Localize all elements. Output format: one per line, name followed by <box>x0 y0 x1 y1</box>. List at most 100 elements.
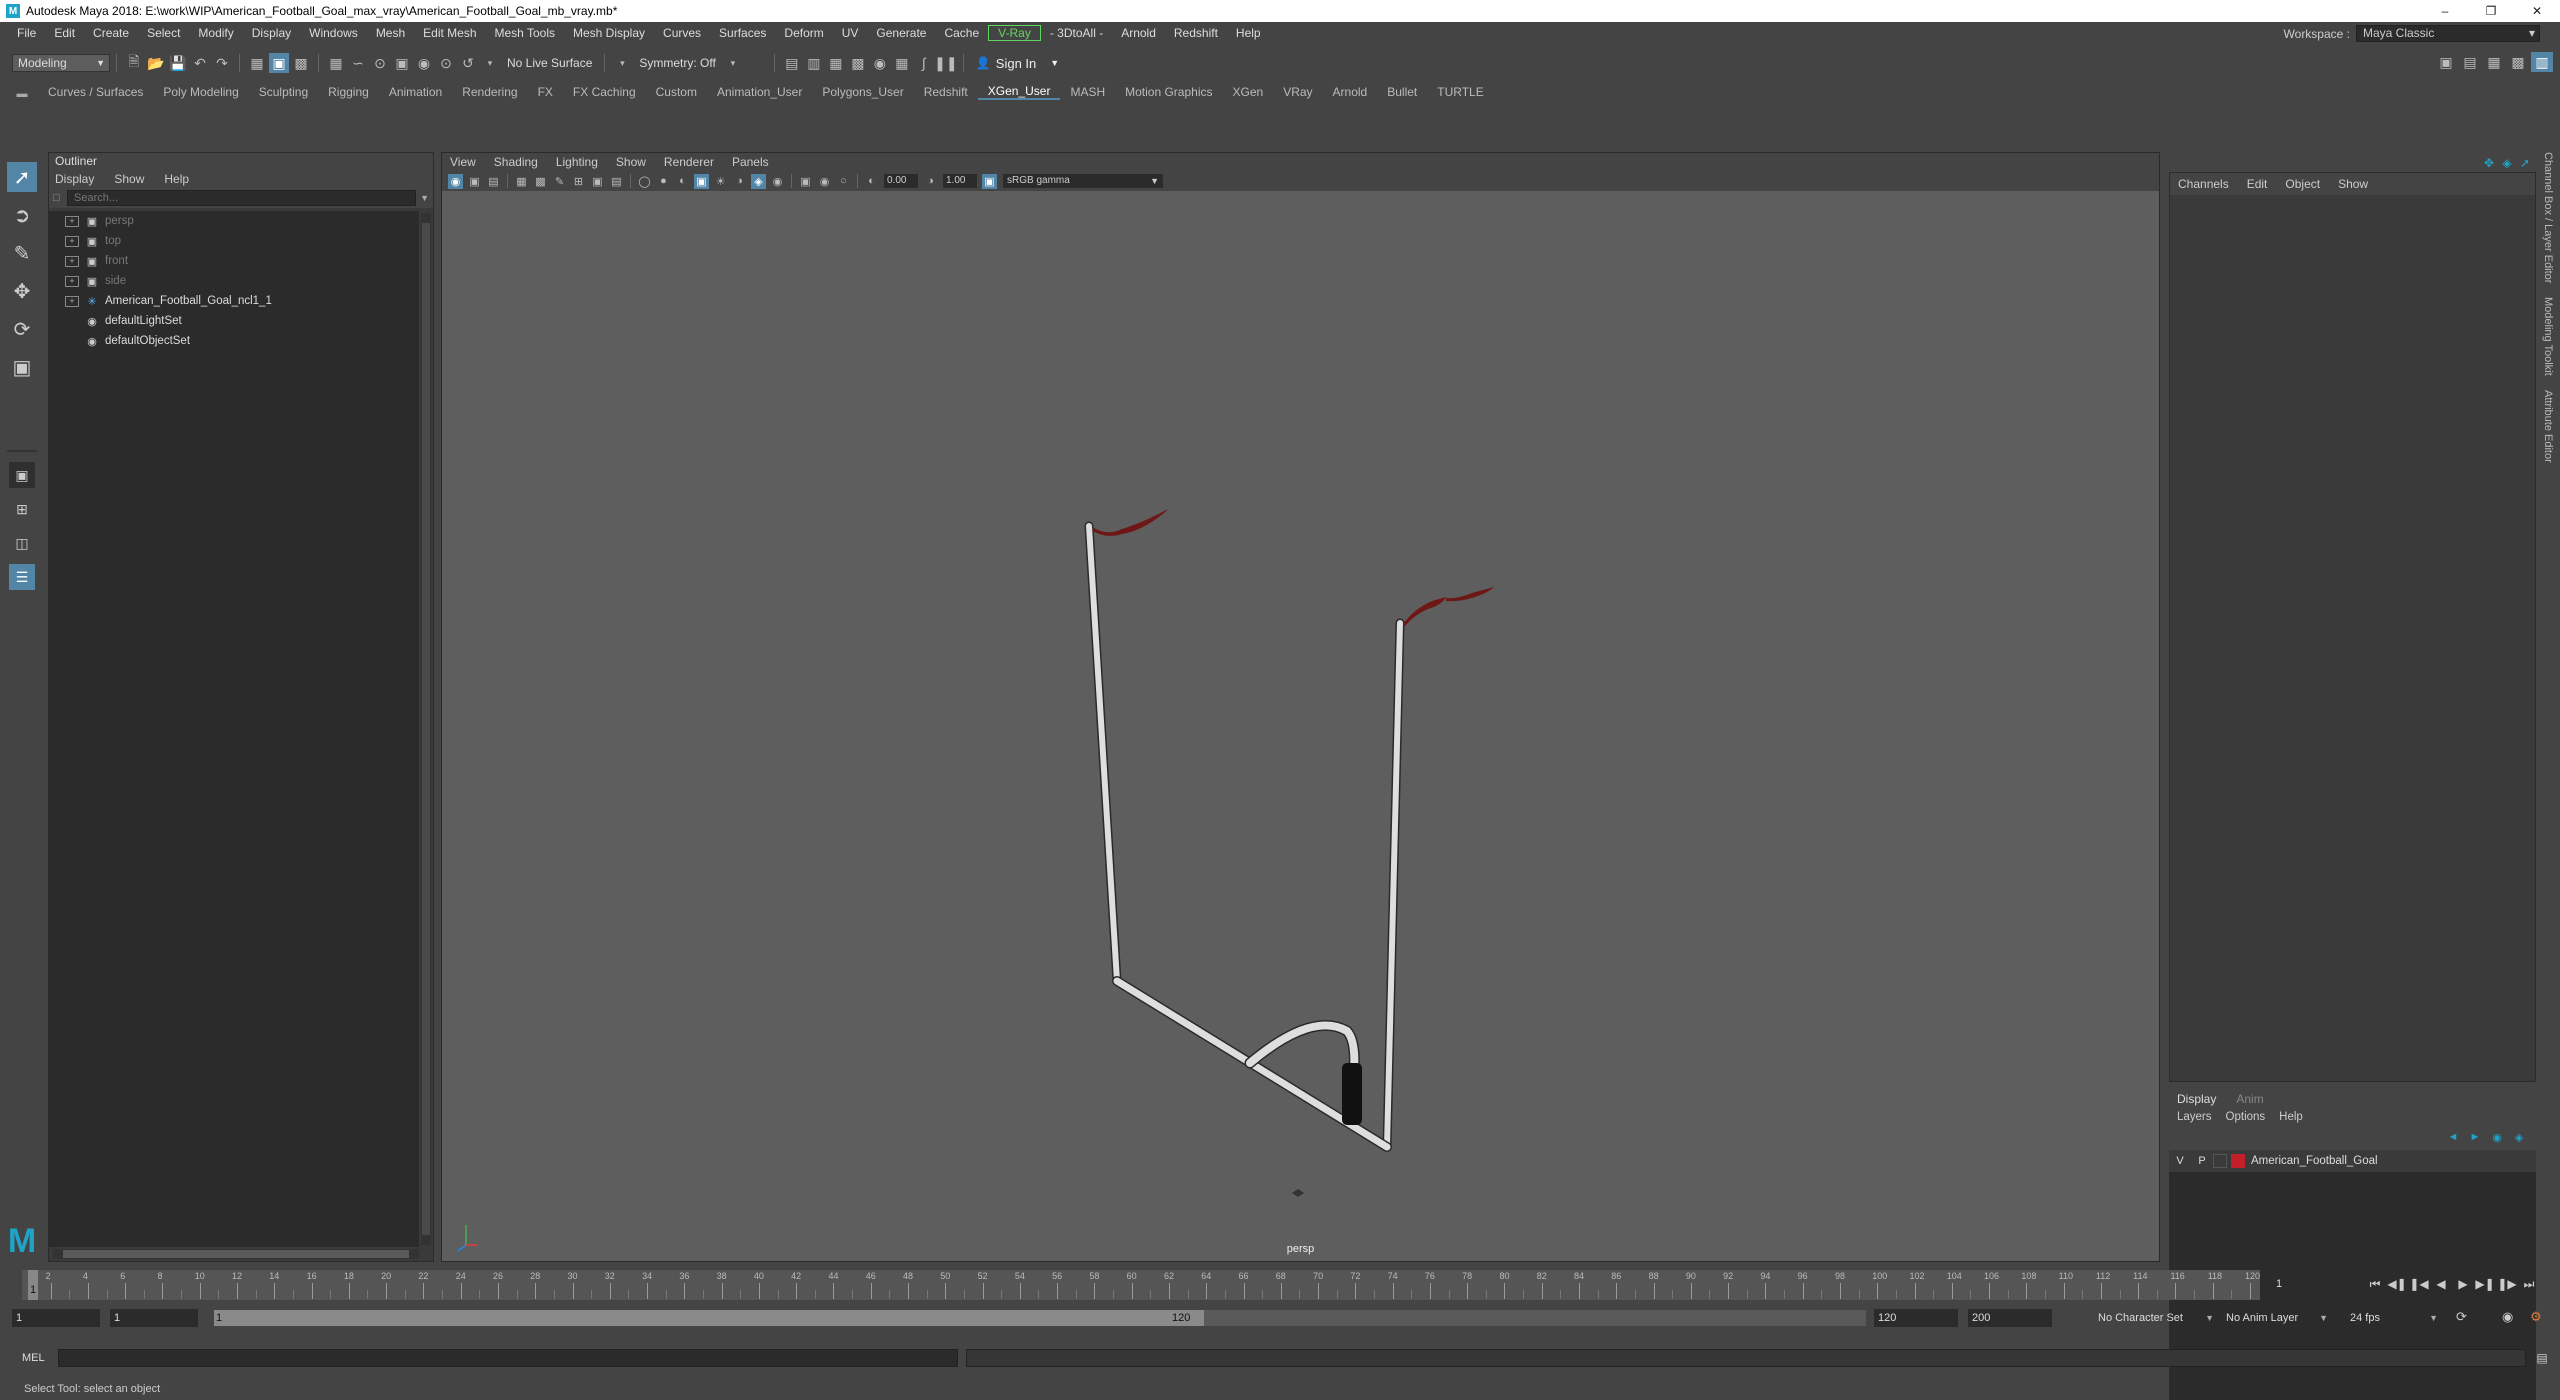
camera-attributes-icon[interactable]: ▣ <box>467 174 482 189</box>
live-surface-label[interactable]: No Live Surface <box>507 56 592 70</box>
menu-item-mesh-tools[interactable]: Mesh Tools <box>486 26 564 40</box>
menu-item-v-ray[interactable]: V-Ray <box>988 25 1041 41</box>
history-icon[interactable]: ↺ <box>458 53 478 73</box>
shelf-tab-mash[interactable]: MASH <box>1060 85 1115 99</box>
four-view-layout-icon[interactable]: ⊞ <box>9 496 35 522</box>
go-to-end-icon[interactable]: ⏭ <box>2518 1274 2540 1294</box>
select-component-icon[interactable]: ▩ <box>291 53 311 73</box>
grid-icon[interactable]: ⊞ <box>571 174 586 189</box>
side-tab-channel-box-layer-editor[interactable]: Channel Box / Layer Editor <box>2542 152 2554 283</box>
current-frame-field[interactable]: 1 <box>2272 1276 2356 1293</box>
animation-end-field[interactable]: 200 <box>1968 1309 2052 1327</box>
range-bar[interactable]: 1 120 <box>214 1310 1866 1326</box>
layer-row[interactable]: V P American_Football_Goal <box>2169 1150 2536 1172</box>
search-options-icon[interactable]: □ <box>53 192 67 204</box>
menu-item-arnold[interactable]: Arnold <box>1112 26 1165 40</box>
lights-icon[interactable]: ☀ <box>713 174 728 189</box>
perspective-viewport[interactable]: View Shading Lighting Show Renderer Panels ◉ … <box>441 152 2160 1262</box>
save-scene-icon[interactable]: 💾 <box>168 53 188 73</box>
menu-item-edit[interactable]: Edit <box>45 26 84 40</box>
chevron-down-icon[interactable]: ▼ <box>420 193 429 203</box>
render-view-icon[interactable]: ▤ <box>782 53 802 73</box>
menu-item-deform[interactable]: Deform <box>775 26 832 40</box>
side-tab-attribute-editor[interactable]: Attribute Editor <box>2542 390 2554 463</box>
viewport-menu-show[interactable]: Show <box>616 155 646 169</box>
shelf-tab-vray[interactable]: VRay <box>1273 85 1322 99</box>
shelf-tab-fx-caching[interactable]: FX Caching <box>563 85 646 99</box>
playback-start-field[interactable]: 1 <box>110 1309 198 1327</box>
layer-tab-anim[interactable]: Anim <box>2236 1092 2263 1106</box>
step-forward-key-icon[interactable]: ❚▶ <box>2496 1274 2518 1294</box>
viewport-menu-shading[interactable]: Shading <box>494 155 538 169</box>
menu-item-create[interactable]: Create <box>84 26 138 40</box>
menu-item-windows[interactable]: Windows <box>300 26 367 40</box>
expand-icon[interactable]: + <box>65 235 79 247</box>
channel-box-menu-show[interactable]: Show <box>2338 177 2368 191</box>
channel-box-icon[interactable]: ✥ <box>2480 154 2498 172</box>
step-back-key-icon[interactable]: ◀❚ <box>2386 1274 2408 1294</box>
menu-item-help[interactable]: Help <box>1227 26 1270 40</box>
render-settings-icon[interactable]: ▩ <box>848 53 868 73</box>
shelf-tab-sculpting[interactable]: Sculpting <box>249 85 318 99</box>
select-hierarchy-icon[interactable]: ▦ <box>247 53 267 73</box>
shelf-tab-animation[interactable]: Animation <box>379 85 452 99</box>
persp-outliner-layout-icon[interactable]: ◫ <box>9 530 35 556</box>
isolate-select-icon[interactable]: ▣ <box>798 174 813 189</box>
menu-item-uv[interactable]: UV <box>833 26 868 40</box>
gamma-field[interactable]: 1.00 <box>943 174 977 188</box>
viewport-menu-view[interactable]: View <box>450 155 476 169</box>
menu-item-curves[interactable]: Curves <box>654 26 710 40</box>
step-back-frame-icon[interactable]: ❚◀ <box>2408 1274 2430 1294</box>
expand-icon[interactable]: + <box>65 215 79 227</box>
outliner-search-input[interactable] <box>67 190 417 206</box>
play-forwards-icon[interactable]: ▶ <box>2452 1274 2474 1294</box>
symmetry-dropdown[interactable]: Symmetry: Off <box>639 56 715 70</box>
menu-item-mesh[interactable]: Mesh <box>367 26 414 40</box>
xray-joints-icon[interactable]: ○ <box>836 174 851 189</box>
outliner-item-american-football-goal-ncl1-1[interactable]: + ✳ American_Football_Goal_ncl1_1 <box>49 291 419 311</box>
camera-select-icon[interactable]: ◉ <box>448 173 463 189</box>
exposure-field[interactable]: 0.00 <box>884 174 918 188</box>
close-icon[interactable]: ✕ <box>2514 0 2560 22</box>
undo-icon[interactable]: ↶ <box>190 53 210 73</box>
snap-curve-icon[interactable]: ∽ <box>348 53 368 73</box>
layer-visibility-toggle[interactable]: V <box>2169 1155 2191 1167</box>
wireframe-on-shaded-icon[interactable]: ◐ <box>675 174 690 189</box>
expand-icon[interactable]: + <box>65 295 79 307</box>
script-editor-icon[interactable]: ▤ <box>2532 1349 2552 1367</box>
menu-item-3dtoall[interactable]: - 3DtoAll - <box>1041 26 1112 40</box>
animation-start-field[interactable]: 1 <box>12 1309 100 1327</box>
smooth-shade-icon[interactable]: ● <box>656 174 671 189</box>
menu-item-modify[interactable]: Modify <box>189 26 242 40</box>
viewport-menu-renderer[interactable]: Renderer <box>664 155 714 169</box>
redo-icon[interactable]: ↷ <box>212 53 232 73</box>
snap-grid-icon[interactable]: ▦ <box>326 53 346 73</box>
viewport-scene[interactable] <box>442 191 2159 1261</box>
go-to-start-icon[interactable]: ⏮ <box>2364 1274 2386 1294</box>
shelf-tab-curves-surfaces[interactable]: Curves / Surfaces <box>38 85 153 99</box>
outliner-item-side[interactable]: + ▣ side <box>49 271 419 291</box>
outliner-layout-icon[interactable]: ☰ <box>9 564 35 590</box>
viewport-menu-lighting[interactable]: Lighting <box>556 155 598 169</box>
shelf-tab-redshift[interactable]: Redshift <box>914 85 978 99</box>
fps-dropdown[interactable]: 24 fps ▼ <box>2346 1309 2442 1327</box>
snap-view-icon[interactable]: ▣ <box>392 53 412 73</box>
shelf-tab-poly-modeling[interactable]: Poly Modeling <box>153 85 248 99</box>
xray-icon[interactable]: ◉ <box>817 174 832 189</box>
tool-settings-icon[interactable]: ▩ <box>2507 52 2529 72</box>
sign-in-button[interactable]: 👤 Sign In ▼ <box>976 56 1059 71</box>
layer-color-swatch[interactable] <box>2231 1154 2245 1168</box>
move-layer-down-icon[interactable]: ► <box>2464 1131 2486 1143</box>
motion-blur-icon[interactable]: ◉ <box>770 174 785 189</box>
new-layer-icon[interactable]: ◉ <box>2486 1131 2508 1144</box>
menu-item-mesh-display[interactable]: Mesh Display <box>564 26 654 40</box>
menu-item-cache[interactable]: Cache <box>935 26 988 40</box>
lasso-tool-icon[interactable]: ➲ <box>7 200 37 230</box>
anim-layer-dropdown[interactable]: No Anim Layer ▼ <box>2222 1309 2332 1327</box>
attribute-editor-icon[interactable]: ▦ <box>2483 52 2505 72</box>
character-set-dropdown[interactable]: No Character Set ▼ <box>2094 1309 2218 1327</box>
layer-tab-display[interactable]: Display <box>2177 1092 2216 1106</box>
channel-box-menu-object[interactable]: Object <box>2285 177 2320 191</box>
shelf-tab-arnold[interactable]: Arnold <box>1323 85 1378 99</box>
menu-item-file[interactable]: File <box>8 26 45 40</box>
